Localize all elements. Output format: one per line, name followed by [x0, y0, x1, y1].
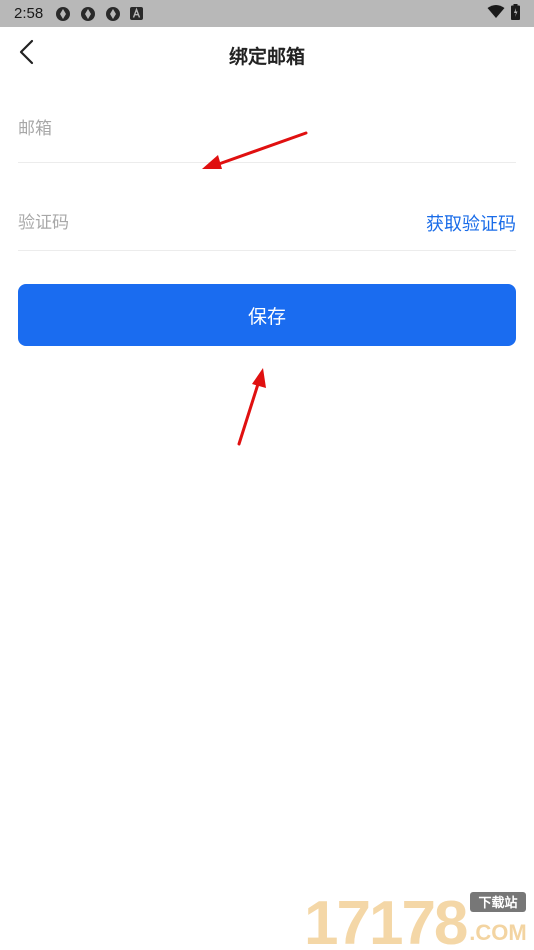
- watermark-logo: 17178 下载站 .COM: [300, 888, 530, 950]
- wifi-icon: [487, 4, 505, 23]
- battery-icon: [511, 3, 520, 24]
- aperture-icon: [80, 6, 96, 22]
- status-system-icons: [487, 3, 520, 24]
- get-code-button[interactable]: 获取验证码: [418, 210, 516, 236]
- app-header: 绑定邮箱: [0, 27, 534, 81]
- watermark-graphic: 17178 下载站 .COM: [304, 889, 527, 950]
- svg-text:17178: 17178: [304, 889, 467, 948]
- aperture-icon: [55, 6, 71, 22]
- annotation-arrow-save: [237, 368, 266, 446]
- email-field-row: [18, 95, 516, 163]
- save-button[interactable]: 保存: [18, 284, 516, 346]
- a-box-icon: [130, 7, 144, 20]
- status-notification-icons: [55, 6, 144, 22]
- email-input[interactable]: [18, 95, 516, 162]
- svg-text:.COM: .COM: [469, 920, 526, 945]
- svg-text:下载站: 下载站: [478, 895, 517, 911]
- aperture-icon: [105, 6, 121, 22]
- page-title: 绑定邮箱: [228, 46, 305, 68]
- code-field-row: 获取验证码: [18, 196, 516, 251]
- status-bar: 2:58: [0, 0, 534, 27]
- status-time: 2:58: [14, 5, 44, 22]
